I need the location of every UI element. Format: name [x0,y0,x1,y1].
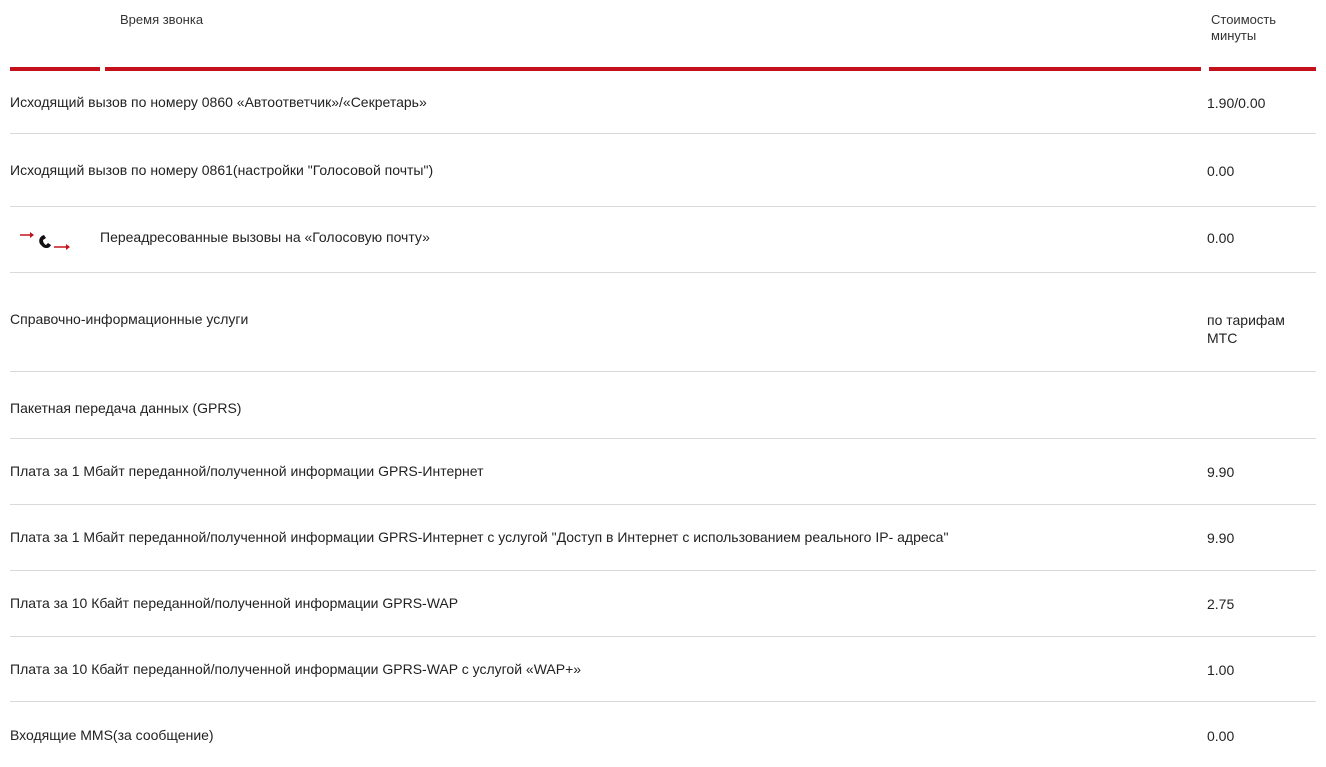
table-header: Время звонка Стоимость минуты [0,0,1326,74]
row-label: Входящие MMS(за сообщение) [10,727,214,743]
row-label: Плата за 10 Кбайт переданной/полученной … [10,595,459,611]
call-forward-icon [18,226,78,254]
row-value: 9.90 [1207,530,1235,546]
header-cost-per-minute: Стоимость минуты [1211,12,1276,44]
row-label: Плата за 1 Мбайт переданной/полученной и… [10,529,949,545]
row-value: 1.90/0.00 [1207,95,1266,111]
header-cost-line1: Стоимость [1211,12,1277,27]
row-value: по тарифам МТС [1207,311,1285,347]
tariff-table: Время звонка Стоимость минуты Исходящий … [0,0,1326,744]
row-label: Плата за 10 Кбайт переданной/полученной … [10,661,582,677]
table-row: Исходящий вызов по номеру 0861(настройки… [10,134,1316,207]
header-call-time: Время звонка [120,12,204,27]
row-value-line2: МТС [1207,330,1238,346]
table-row: Плата за 10 Кбайт переданной/полученной … [10,571,1316,637]
row-value-line1: по тарифам [1207,312,1285,328]
row-label: Плата за 1 Мбайт переданной/полученной и… [10,463,484,479]
table-row: Плата за 10 Кбайт переданной/полученной … [10,637,1316,702]
header-cost-line2: минуты [1211,28,1257,43]
table-row: Плата за 1 Мбайт переданной/полученной и… [10,505,1316,571]
row-label: Справочно-информационные услуги [10,311,249,327]
table-row: Справочно-информационные услуги по тариф… [10,273,1316,372]
table-row: Пакетная передача данных (GPRS) [10,372,1316,439]
row-value: 0.00 [1207,728,1235,744]
row-value: 9.90 [1207,464,1235,480]
row-value: 0.00 [1207,230,1235,246]
row-label: Исходящий вызов по номеру 0860 «Автоотве… [10,94,427,110]
table-row: Переадресованные вызовы на «Голосовую по… [10,207,1316,273]
table-row: Исходящий вызов по номеру 0860 «Автоотве… [10,71,1316,134]
row-value: 2.75 [1207,596,1235,612]
row-value: 0.00 [1207,163,1235,179]
table-row: Входящие MMS(за сообщение) 0.00 [10,702,1316,766]
table-row: Плата за 1 Мбайт переданной/полученной и… [10,439,1316,505]
row-label: Пакетная передача данных (GPRS) [10,400,242,416]
row-value: 1.00 [1207,662,1235,678]
row-label: Переадресованные вызовы на «Голосовую по… [100,229,430,245]
row-label: Исходящий вызов по номеру 0861(настройки… [10,162,434,178]
